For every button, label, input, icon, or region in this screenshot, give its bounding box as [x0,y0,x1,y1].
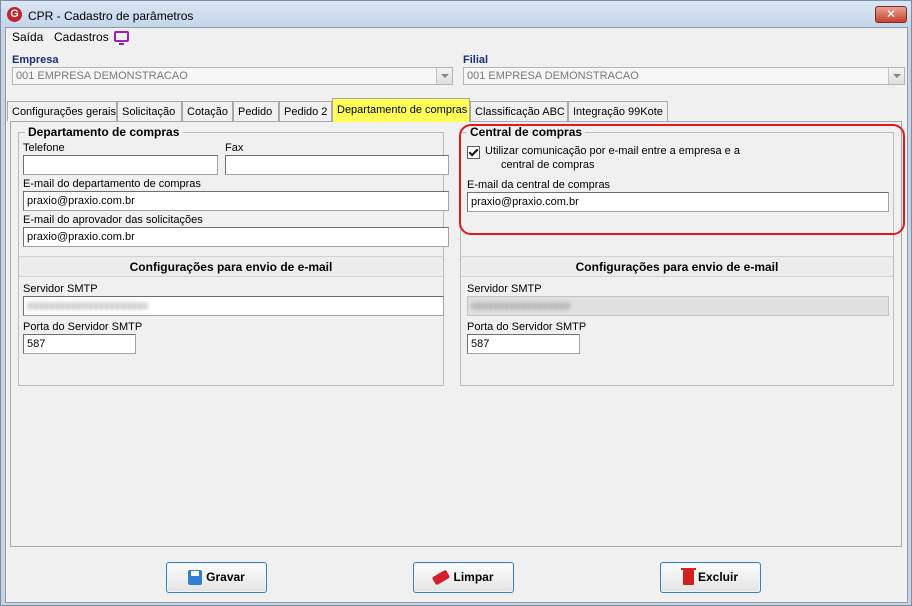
empresa-select-value: 001 EMPRESA DEMONSTRACAO [16,70,188,82]
email-central-label: E-mail da central de compras [467,179,611,191]
fax-input[interactable] [225,155,449,175]
title-bar[interactable]: G CPR - Cadastro de parâmetros ✕ [1,1,911,27]
smtp-server-value: xxxxxxxxxxxxxxxxxxxxxx [27,300,148,312]
tab-cotacao[interactable]: Cotação [182,101,233,121]
email-departamento-input[interactable]: praxio@praxio.com.br [23,191,449,211]
smtp-server-label: Servidor SMTP [467,283,542,295]
filial-select-value: 001 EMPRESA DEMONSTRACAO [467,70,639,82]
window-title: CPR - Cadastro de parâmetros [28,9,194,23]
tab-solicitacao[interactable]: Solicitação [117,101,182,121]
excluir-button[interactable]: Excluir [660,562,761,593]
tab-departamento-de-compras[interactable]: Departamento de compras [332,98,470,122]
smtp-server-label: Servidor SMTP [23,283,98,295]
app-window: G CPR - Cadastro de parâmetros ✕ Saída C… [0,0,912,606]
email-central-input[interactable]: praxio@praxio.com.br [467,192,889,212]
tab-pedido-2[interactable]: Pedido 2 [279,101,332,121]
menu-cadastros[interactable]: Cadastros [54,30,109,44]
smtp-port-label: Porta do Servidor SMTP [467,321,587,333]
tab-integracao-99kote[interactable]: Integração 99Kote [568,101,668,121]
save-icon [188,570,203,585]
tab-panel: Departamento de compras Telefone Fax E-m… [10,121,902,547]
smtp-port-label: Porta do Servidor SMTP [23,321,143,333]
telefone-label: Telefone [23,142,65,154]
fax-label: Fax [225,142,244,154]
tab-configuracoes-gerais[interactable]: Configurações gerais [7,101,117,121]
smtp-server-value: xxxxxxxxxxxxxxxxxx [471,300,570,312]
close-button[interactable]: ✕ [875,6,907,23]
menu-bar: Saída Cadastros [6,28,907,47]
chevron-down-icon[interactable] [436,68,452,84]
smtp-server-input[interactable]: xxxxxxxxxxxxxxxxxxxxxx [23,296,444,316]
checkmark-icon [468,146,479,157]
excluir-label: Excluir [697,570,739,584]
telefone-input[interactable] [23,155,218,175]
email-departamento-label: E-mail do departamento de compras [23,178,201,190]
eraser-icon [432,569,451,586]
smtp-header-right: Configurações para envio de e-mail [461,256,893,277]
smtp-header-left: Configurações para envio de e-mail [19,256,443,277]
client-area: Saída Cadastros Empresa 001 EMPRESA DEMO… [5,27,908,603]
central-checkbox-label-2[interactable]: central de compras [501,159,595,171]
departamento-group-title: Departamento de compras [25,126,183,139]
gravar-label: Gravar [206,570,245,584]
central-group: Central de compras Utilizar comunicação … [460,126,894,386]
app-logo-icon: G [7,7,22,22]
tab-classificacao-abc[interactable]: Classificação ABC [470,101,568,121]
empresa-select[interactable]: 001 EMPRESA DEMONSTRACAO [12,67,453,85]
departamento-group: Departamento de compras Telefone Fax E-m… [18,126,449,386]
smtp-port-input[interactable]: 587 [23,334,136,354]
filial-label: Filial [463,54,489,66]
empresa-label: Empresa [12,54,59,66]
central-group-title: Central de compras [467,126,586,139]
chevron-down-icon[interactable] [888,68,904,84]
email-aprovador-label: E-mail do aprovador das solicitações [23,214,203,226]
central-checkbox-label-1[interactable]: Utilizar comunicação por e-mail entre a … [485,145,740,157]
filial-select[interactable]: 001 EMPRESA DEMONSTRACAO [463,67,905,85]
limpar-button[interactable]: Limpar [413,562,514,593]
gravar-button[interactable]: Gravar [166,562,267,593]
monitor-icon[interactable] [114,31,129,45]
trash-icon [680,568,696,585]
email-aprovador-input[interactable]: praxio@praxio.com.br [23,227,449,247]
menu-saida[interactable]: Saída [12,30,43,44]
tab-pedido[interactable]: Pedido [233,101,279,121]
limpar-label: Limpar [453,570,494,584]
central-checkbox[interactable] [467,146,480,159]
smtp-server-input: xxxxxxxxxxxxxxxxxx [467,296,889,316]
smtp-port-input[interactable]: 587 [467,334,580,354]
